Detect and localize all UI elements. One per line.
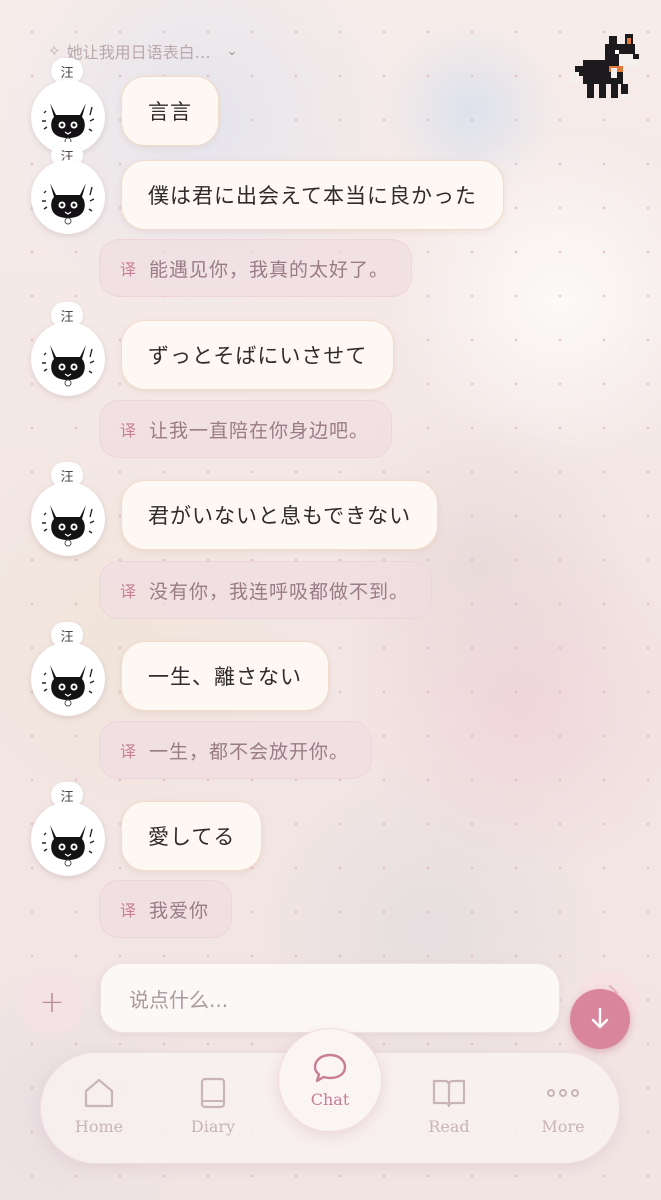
plus-icon: + [39,984,65,1020]
translation-marker: 译 [120,901,138,920]
avatar[interactable] [31,642,105,716]
translation-bubble[interactable]: 译让我一直陪在你身边吧。 [99,400,393,458]
black-cat-icon [42,825,95,867]
nav-item-diary[interactable]: Diary [168,1077,258,1147]
message-bubble[interactable]: 僕は君に出会えて本当に良かった [121,160,504,230]
message-text: ずっとそばにいさせて [148,344,368,368]
nav-label-read: Read [428,1117,470,1136]
translation-text: 让我一直陪在你身边吧。 [149,419,370,442]
avatar[interactable] [31,482,105,556]
pixel-dog-icon[interactable] [569,22,649,104]
message-bubble[interactable]: 言言 [121,76,219,146]
message-text: 僕は君に出会えて本当に良かった [148,184,477,208]
nav-label-diary: Diary [190,1117,236,1136]
nav-item-chat[interactable]: Chat [278,1028,382,1132]
message-bubble[interactable]: ずっとそばにいさせて [121,320,395,390]
nav-item-read[interactable]: Read [404,1077,494,1147]
chat-title: 她让我用日语表白… [66,43,211,62]
message-text: 愛してる [148,825,236,849]
avatar[interactable] [31,160,105,234]
message-bubble[interactable]: 君がいないと息もできない [121,480,439,550]
avatar[interactable] [31,802,105,876]
message-bubble[interactable]: 一生、離さない [121,641,329,711]
black-cat-icon [42,665,95,707]
translation-bubble[interactable]: 译能遇见你，我真的太好了。 [99,239,413,297]
translation-bubble[interactable]: 译一生，都不会放开你。 [99,721,373,779]
avatar[interactable] [31,322,105,396]
nav-label-home: Home [74,1117,124,1136]
message-text: 一生、離さない [148,665,302,689]
translation-bubble[interactable]: 译没有你，我连呼吸都做不到。 [99,561,433,619]
nav-item-home[interactable]: Home [54,1077,144,1147]
translation-bubble[interactable]: 译我爱你 [99,880,233,938]
message-text: 君がいないと息もできない [148,504,412,528]
translation-marker: 译 [120,582,138,601]
home-icon [84,1078,114,1108]
sparkle-icon: ✧ [48,42,61,60]
translation-text: 一生，都不会放开你。 [149,740,350,763]
translation-marker: 译 [120,421,138,440]
chevron-down-icon[interactable]: ⌄ [227,44,238,59]
ellipsis-icon [547,1089,579,1097]
black-cat-icon [42,103,95,145]
scroll-to-bottom-button[interactable] [570,989,630,1049]
book-icon [200,1077,226,1109]
message-text: 言言 [148,100,192,124]
translation-text: 我爱你 [149,899,210,922]
black-cat-icon [42,345,95,387]
chat-bubble-icon [313,1053,347,1082]
plus-button[interactable]: + [20,970,84,1034]
open-book-icon [432,1079,466,1108]
translation-marker: 译 [120,742,138,761]
black-cat-icon [42,505,95,547]
translation-text: 没有你，我连呼吸都做不到。 [149,580,410,603]
translation-text: 能遇见你，我真的太好了。 [149,258,390,281]
message-input-placeholder: 说点什么... [129,987,229,1012]
message-input[interactable]: 说点什么... [100,963,560,1033]
black-cat-icon [42,183,95,225]
arrow-down-icon [591,1007,609,1029]
translation-marker: 译 [120,260,138,279]
nav-item-more[interactable]: More [518,1077,608,1147]
nav-label-more: More [541,1117,585,1136]
nav-label-chat: Chat [310,1089,350,1109]
message-bubble[interactable]: 愛してる [121,801,263,871]
